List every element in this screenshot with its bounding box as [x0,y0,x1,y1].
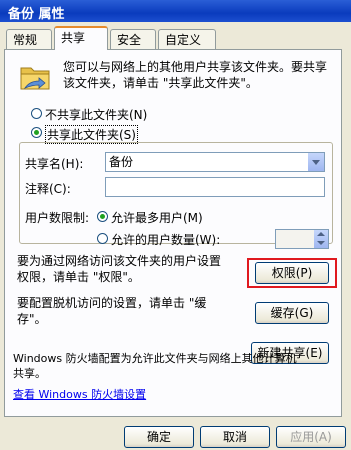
no-share-radio[interactable] [31,108,42,119]
comment-input[interactable] [105,177,325,197]
permissions-button[interactable]: 权限(P) [255,262,329,284]
max-users-radio[interactable] [97,211,108,222]
share-name-value: 备份 [109,155,134,169]
folder-share-icon [20,67,50,90]
chevron-down-icon[interactable] [307,153,324,171]
offline-text-line1: 要配置脱机访问的设置，请单击 "缓 [17,296,207,310]
spinner-arrows-icon[interactable] [314,230,328,248]
sharing-panel: 您可以与网络上的其他用户共享该文件夹。要共享 该文件夹，请单击 "共享此文件夹"… [4,49,342,417]
comment-label: 注释(C): [25,182,71,196]
cache-button[interactable]: 缓存(G) [255,302,329,324]
max-users-label[interactable]: 允许最多用户(M) [111,209,203,226]
permissions-text-line1: 要为通过网络访问该文件夹的用户设置 [17,254,222,268]
share-radio[interactable] [31,127,42,138]
window-title: 备份 属性 [8,7,65,22]
tab-general[interactable]: 常规 [6,29,52,49]
tab-sharing[interactable]: 共享 [54,26,108,50]
share-name-label: 共享名(H): [25,157,84,171]
firewall-settings-link[interactable]: 查看 Windows 防火墙设置 [13,386,146,402]
user-limit-label: 用户数限制: [25,211,90,225]
offline-text-line2: 存"。 [17,312,47,326]
share-name-combo[interactable]: 备份 [105,152,325,172]
allow-users-label[interactable]: 允许的用户数量(W): [111,231,220,248]
apply-button[interactable]: 应用(A) [276,426,346,448]
firewall-text-line1: Windows 防火墙配置为允许此文件夹与网络上其他计算机 [13,352,297,365]
tab-security[interactable]: 安全 [110,29,156,49]
tab-strip: 常规 共享 安全 自定义 [4,26,344,50]
tab-customize[interactable]: 自定义 [158,29,216,49]
no-share-label[interactable]: 不共享此文件夹(N) [45,106,147,123]
allow-users-radio[interactable] [97,233,108,244]
permissions-text-line2: 权限，请单击 "权限"。 [17,270,140,284]
ok-button[interactable]: 确定 [124,426,194,448]
intro-text-line2: 该文件夹，请单击 "共享此文件夹"。 [63,76,258,90]
firewall-text-line2: 共享。 [13,367,46,380]
cancel-button[interactable]: 取消 [200,426,270,448]
user-count-spinner[interactable] [275,229,329,249]
title-bar: 备份 属性 [0,0,351,22]
intro-text-line1: 您可以与网络上的其他用户共享该文件夹。要共享 [63,60,328,74]
